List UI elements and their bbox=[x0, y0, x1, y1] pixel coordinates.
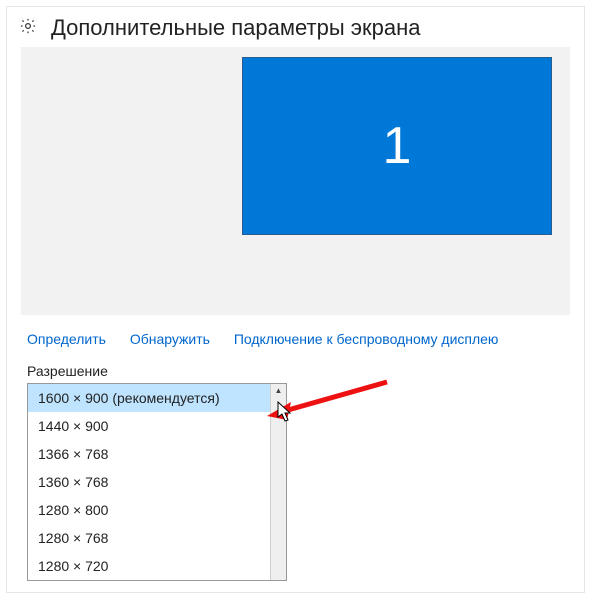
detect-link[interactable]: Обнаружить bbox=[130, 331, 210, 347]
resolution-listbox: 1600 × 900 (рекомендуется) 1440 × 900 13… bbox=[27, 383, 287, 581]
page-header: Дополнительные параметры экрана bbox=[7, 7, 584, 47]
wireless-display-link[interactable]: Подключение к беспроводному дисплею bbox=[234, 331, 499, 347]
settings-page: Дополнительные параметры экрана 1 Опреде… bbox=[6, 6, 585, 593]
monitor-number: 1 bbox=[383, 116, 412, 176]
monitor-tile-1[interactable]: 1 bbox=[242, 57, 552, 235]
resolution-option[interactable]: 1280 × 768 bbox=[28, 524, 286, 552]
listbox-scrollbar[interactable]: ▲ bbox=[270, 384, 286, 580]
gear-icon bbox=[19, 17, 37, 40]
resolution-label: Разрешение bbox=[7, 359, 584, 383]
scroll-up-icon[interactable]: ▲ bbox=[271, 384, 286, 396]
display-action-links: Определить Обнаружить Подключение к бесп… bbox=[7, 315, 584, 359]
resolution-option[interactable]: 1280 × 720 bbox=[28, 552, 286, 580]
resolution-option[interactable]: 1280 × 800 bbox=[28, 496, 286, 524]
resolution-option[interactable]: 1440 × 900 bbox=[28, 412, 286, 440]
page-title: Дополнительные параметры экрана bbox=[51, 15, 420, 41]
resolution-option[interactable]: 1366 × 768 bbox=[28, 440, 286, 468]
resolution-dropdown[interactable]: 1600 × 900 (рекомендуется) 1440 × 900 13… bbox=[27, 383, 287, 581]
resolution-option[interactable]: 1600 × 900 (рекомендуется) bbox=[28, 384, 286, 412]
identify-link[interactable]: Определить bbox=[27, 331, 106, 347]
resolution-option[interactable]: 1360 × 768 bbox=[28, 468, 286, 496]
display-preview-area: 1 bbox=[21, 47, 570, 315]
